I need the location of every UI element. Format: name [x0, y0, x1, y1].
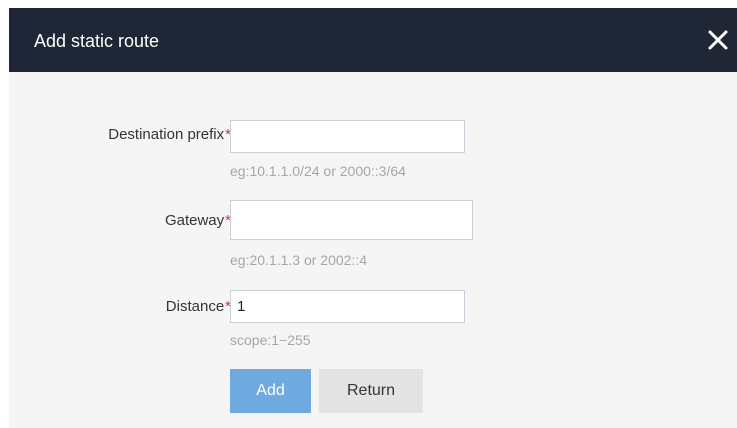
dialog-header: Add static route — [9, 8, 737, 72]
destination-prefix-input[interactable] — [230, 120, 465, 153]
distance-label-text: Distance — [165, 298, 225, 315]
dialog-title: Add static route — [34, 31, 160, 51]
gateway-label: Gateway* — [165, 212, 231, 230]
distance-input[interactable] — [230, 290, 465, 323]
destination-prefix-label: Destination prefix* — [108, 126, 231, 144]
destination-prefix-hint: eg:10.1.1.0/24 or 2000::3/64 — [230, 163, 406, 179]
return-button[interactable]: Return — [319, 369, 423, 413]
gateway-label-text: Gateway — [164, 212, 225, 229]
gateway-input[interactable] — [230, 200, 473, 240]
destination-prefix-label-text: Destination prefix — [108, 126, 225, 143]
close-icon[interactable] — [705, 27, 731, 53]
gateway-hint: eg:20.1.1.3 or 2002::4 — [230, 252, 367, 268]
add-static-route-dialog: Add static route Destination prefix* eg:… — [9, 8, 737, 428]
distance-hint: scope:1−255 — [230, 332, 311, 348]
add-button[interactable]: Add — [230, 369, 311, 413]
distance-label: Distance* — [166, 298, 231, 316]
